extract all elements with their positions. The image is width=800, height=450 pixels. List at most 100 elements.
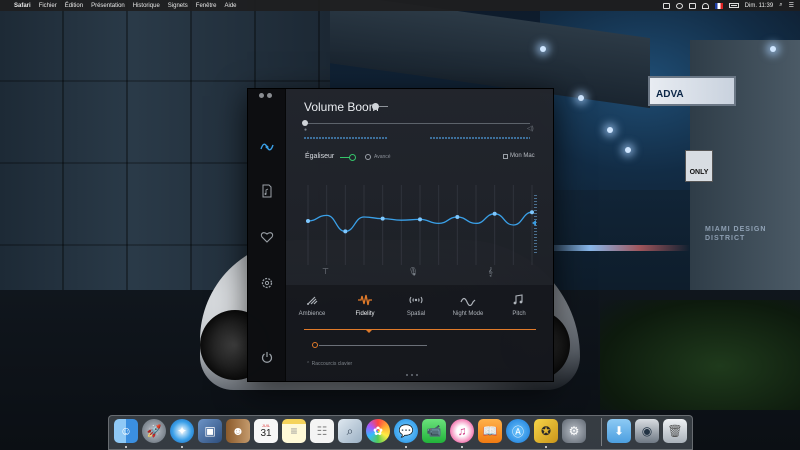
menu-bar: Safari Fichier Édition Présentation Hist… — [0, 0, 800, 11]
minimize-button[interactable] — [267, 93, 272, 98]
mode-night[interactable]: Night Mode — [446, 293, 490, 317]
menu-app-name[interactable]: Safari — [14, 3, 31, 9]
night-mode-icon — [446, 293, 490, 307]
ibooks-icon[interactable]: 📖 — [478, 419, 502, 443]
light-streak — [540, 245, 690, 251]
street-lamp — [578, 95, 584, 101]
mode-pitch[interactable]: Pitch — [497, 293, 541, 317]
street-lamp — [625, 147, 631, 153]
launchpad-icon[interactable]: 🚀 — [142, 419, 166, 443]
pitch-icon — [497, 293, 541, 307]
running-indicator — [125, 446, 127, 448]
keyboard-shortcuts-link[interactable]: ⌃ Raccourcis clavier — [306, 361, 352, 367]
itunes-icon[interactable]: ♫ — [450, 419, 474, 443]
preview-icon[interactable]: ⌕ — [338, 419, 362, 443]
page-dot[interactable] — [406, 374, 408, 376]
menu-fichier[interactable]: Fichier — [39, 3, 57, 9]
preamp-gauge-marker[interactable] — [532, 220, 536, 226]
page-indicator — [406, 374, 418, 376]
eq-band-handle[interactable] — [492, 211, 497, 216]
heart-icon — [260, 232, 274, 243]
close-button[interactable] — [259, 93, 264, 98]
mode-spatial[interactable]: Spatial — [394, 293, 438, 317]
status-area: Dim. 11:39 ⌕ ☰ — [662, 2, 794, 9]
sidebar-item-settings[interactable] — [257, 273, 277, 293]
level-meter-left — [304, 137, 388, 139]
eq-band-handle[interactable] — [306, 219, 310, 223]
sidebar-item-equalizer[interactable] — [257, 137, 277, 157]
mode-label: Ambience — [298, 311, 326, 317]
eq-band-handle[interactable] — [418, 217, 422, 222]
eq-band-handle[interactable] — [380, 216, 385, 221]
messages-icon[interactable]: 💬 — [394, 419, 418, 443]
calendar-icon[interactable]: JUIL 31 — [254, 419, 278, 443]
volume-boom-status-icon[interactable] — [662, 2, 670, 9]
intensity-slider-track[interactable] — [319, 345, 427, 346]
device-label[interactable]: Mon Mac — [510, 153, 535, 159]
sidebar-item-file[interactable] — [257, 181, 277, 201]
menu-signets[interactable]: Signets — [168, 3, 188, 9]
advanced-radio[interactable] — [365, 154, 371, 160]
mode-ambience[interactable]: Ambience — [290, 293, 334, 317]
volume-boom-window: Volume Boom ● ◁) Égaliseur Avancé Mon Ma… — [247, 88, 554, 382]
photos-icon[interactable]: ✿ — [366, 419, 390, 443]
menu-presentation[interactable]: Présentation — [91, 3, 125, 9]
equalizer-toggle[interactable] — [340, 154, 358, 161]
spotlight-icon[interactable]: ⌕ — [779, 2, 782, 9]
street-sign-text: ONLY — [689, 169, 709, 176]
running-indicator — [461, 446, 463, 448]
grass — [600, 300, 800, 410]
system-preferences-icon[interactable]: ⚙ — [562, 419, 586, 443]
battery-icon[interactable] — [728, 3, 739, 8]
contacts-icon[interactable]: ☻ — [226, 419, 250, 443]
menubar-clock[interactable]: Dim. 11:39 — [745, 3, 774, 9]
trash-icon[interactable]: 🗑 — [663, 419, 687, 443]
intensity-slider-knob[interactable] — [312, 342, 318, 348]
skype-status-icon[interactable] — [675, 2, 683, 9]
mode-selection-line — [304, 329, 536, 330]
input-flag-icon[interactable] — [714, 2, 723, 9]
equalizer-wave-icon — [260, 143, 274, 151]
calendar-day: 31 — [260, 428, 272, 439]
page-dot[interactable] — [416, 374, 418, 376]
sidebar-power-button[interactable] — [257, 347, 277, 367]
menu-aide[interactable]: Aide — [224, 3, 236, 9]
notes-icon[interactable]: ≡ — [282, 419, 306, 443]
running-indicator — [181, 446, 183, 448]
boom-toggle[interactable] — [372, 103, 388, 110]
downloads-folder-icon[interactable]: ⬇ — [607, 419, 631, 443]
window-controls — [259, 93, 272, 98]
eq-band-handle[interactable] — [343, 229, 348, 234]
dock-separator — [601, 418, 602, 446]
volume-slider-knob[interactable] — [302, 120, 308, 126]
reminders-icon[interactable]: ☷ — [310, 419, 334, 443]
equalizer-label: Égaliseur — [305, 153, 335, 160]
advanced-label[interactable]: Avancé — [374, 154, 391, 160]
power-icon — [261, 352, 273, 363]
device-icon[interactable] — [503, 154, 508, 159]
ambience-icon — [290, 293, 334, 307]
voice-band-icon: 🎙 — [408, 267, 419, 276]
menu-edition[interactable]: Édition — [65, 3, 83, 9]
finder-icon[interactable]: ☺ — [114, 419, 138, 443]
safari-icon[interactable]: ✦ — [170, 419, 194, 443]
menu-fenetre[interactable]: Fenêtre — [196, 3, 217, 9]
volume-boom-dock-icon[interactable]: ✪ — [534, 419, 558, 443]
wifi-status-icon[interactable] — [701, 2, 709, 9]
page-dot[interactable] — [411, 374, 413, 376]
preview-photo-icon[interactable]: ▣ — [198, 419, 222, 443]
notification-center-icon[interactable]: ☰ — [789, 2, 794, 9]
bluetooth-status-icon[interactable] — [688, 2, 696, 9]
eq-band-handle[interactable] — [455, 215, 460, 219]
toggle-knob — [372, 103, 379, 110]
mode-label: Spatial — [406, 311, 426, 317]
equalizer-graph[interactable] — [304, 185, 536, 265]
app-store-icon[interactable]: Ⓐ — [506, 419, 530, 443]
mode-fidelity[interactable]: Fidelity — [343, 293, 387, 317]
facetime-icon[interactable]: 📹 — [422, 419, 446, 443]
sidebar-item-favorites[interactable] — [257, 227, 277, 247]
street-sign: ONLY — [685, 150, 713, 182]
screen-capture-icon[interactable]: ◉ — [635, 419, 659, 443]
menu-historique[interactable]: Historique — [133, 3, 160, 9]
volume-slider-track[interactable] — [304, 123, 530, 124]
